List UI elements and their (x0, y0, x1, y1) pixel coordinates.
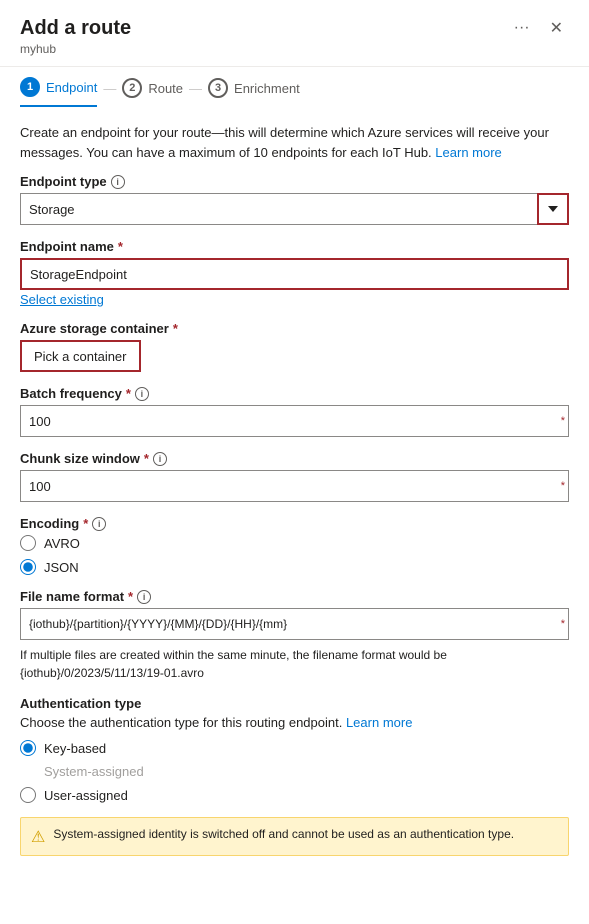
chunk-size-input-wrapper: * (20, 470, 569, 502)
auth-user-assigned-label: User-assigned (44, 788, 128, 803)
endpoint-name-input[interactable] (20, 258, 569, 290)
chunk-size-info-icon[interactable]: i (153, 452, 167, 466)
endpoint-type-chevron[interactable] (537, 193, 569, 225)
endpoint-name-label: Endpoint name * (20, 239, 569, 254)
auth-learn-more-link[interactable]: Learn more (346, 715, 412, 730)
auth-type-description: Choose the authentication type for this … (20, 715, 569, 730)
panel-content: Create an endpoint for your route—this w… (0, 107, 589, 872)
step-2-label: Route (148, 81, 183, 96)
chunk-size-input[interactable] (20, 470, 569, 502)
file-name-asterisk: * (561, 618, 565, 630)
step-enrichment[interactable]: 3 Enrichment (208, 78, 300, 106)
step-1-circle: 1 (20, 77, 40, 97)
auth-user-assigned-radio[interactable] (20, 787, 36, 803)
encoding-required: * (83, 516, 88, 531)
file-name-input-wrapper: * (20, 608, 569, 640)
warning-icon: ⚠ (31, 827, 45, 847)
azure-storage-label: Azure storage container * (20, 321, 569, 336)
encoding-json-label: JSON (44, 560, 79, 575)
authentication-type-group: Authentication type Choose the authentic… (20, 696, 569, 803)
warning-text: System-assigned identity is switched off… (53, 826, 514, 843)
encoding-label: Encoding * i (20, 516, 569, 531)
endpoint-type-group: Endpoint type i Storage (20, 174, 569, 225)
header-icons: ··· ✕ (508, 16, 569, 40)
batch-frequency-input[interactable] (20, 405, 569, 437)
step-2-circle: 2 (122, 78, 142, 98)
chunk-size-label: Chunk size window * i (20, 451, 569, 466)
panel-header: Add a route ··· ✕ myhub (0, 0, 589, 67)
endpoint-type-label: Endpoint type i (20, 174, 569, 189)
chunk-size-required: * (144, 451, 149, 466)
endpoint-name-group: Endpoint name * Select existing (20, 239, 569, 307)
auth-key-based-option[interactable]: Key-based (20, 740, 569, 756)
auth-system-assigned-label: System-assigned (44, 764, 144, 779)
batch-frequency-asterisk: * (561, 415, 565, 427)
step-1-label: Endpoint (46, 80, 97, 95)
endpoint-type-info-icon[interactable]: i (111, 175, 125, 189)
step-endpoint[interactable]: 1 Endpoint (20, 77, 97, 107)
step-sep-1: — (103, 81, 116, 104)
auth-type-title: Authentication type (20, 696, 569, 711)
steps-nav: 1 Endpoint — 2 Route — 3 Enrichment (0, 67, 589, 107)
step-3-label: Enrichment (234, 81, 300, 96)
chunk-size-group: Chunk size window * i * (20, 451, 569, 502)
chevron-down-icon (548, 206, 558, 212)
add-route-panel: Add a route ··· ✕ myhub 1 Endpoint — 2 R… (0, 0, 589, 924)
close-button[interactable]: ✕ (544, 16, 569, 40)
batch-frequency-group: Batch frequency * i * (20, 386, 569, 437)
auth-system-assigned-sub: System-assigned (44, 764, 569, 779)
learn-more-link-top[interactable]: Learn more (435, 145, 501, 160)
step-route[interactable]: 2 Route (122, 78, 183, 106)
endpoint-type-display: Storage (20, 193, 569, 225)
file-name-required: * (128, 589, 133, 604)
batch-frequency-info-icon[interactable]: i (135, 387, 149, 401)
warning-box: ⚠ System-assigned identity is switched o… (20, 817, 569, 856)
description-text: Create an endpoint for your route—this w… (20, 123, 569, 162)
step-sep-2: — (189, 81, 202, 104)
panel-title: Add a route (20, 17, 131, 40)
batch-frequency-label: Batch frequency * i (20, 386, 569, 401)
file-name-info-icon[interactable]: i (137, 590, 151, 604)
encoding-info-icon[interactable]: i (92, 517, 106, 531)
encoding-avro-label: AVRO (44, 536, 80, 551)
panel-subtitle: myhub (20, 42, 569, 56)
file-name-format-group: File name format * i * If multiple files… (20, 589, 569, 682)
endpoint-name-required: * (118, 239, 123, 254)
encoding-avro-option[interactable]: AVRO (20, 535, 569, 551)
file-name-format-label: File name format * i (20, 589, 569, 604)
encoding-json-option[interactable]: JSON (20, 559, 569, 575)
select-existing-link[interactable]: Select existing (20, 292, 104, 307)
batch-frequency-required: * (126, 386, 131, 401)
file-name-hint: If multiple files are created within the… (20, 646, 569, 682)
azure-storage-required: * (173, 321, 178, 336)
batch-frequency-input-wrapper: * (20, 405, 569, 437)
auth-key-based-label: Key-based (44, 741, 106, 756)
auth-type-radio-group: Key-based System-assigned User-assigned (20, 740, 569, 803)
auth-user-assigned-option[interactable]: User-assigned (20, 787, 569, 803)
endpoint-type-select-wrapper: Storage (20, 193, 569, 225)
encoding-avro-radio[interactable] (20, 535, 36, 551)
auth-key-based-radio[interactable] (20, 740, 36, 756)
more-options-button[interactable]: ··· (508, 17, 536, 39)
pick-container-button[interactable]: Pick a container (20, 340, 141, 372)
step-3-circle: 3 (208, 78, 228, 98)
chunk-size-asterisk: * (561, 480, 565, 492)
azure-storage-container-group: Azure storage container * Pick a contain… (20, 321, 569, 372)
encoding-json-radio[interactable] (20, 559, 36, 575)
encoding-radio-group: AVRO JSON (20, 535, 569, 575)
file-name-format-input[interactable] (20, 608, 569, 640)
encoding-group: Encoding * i AVRO JSON (20, 516, 569, 575)
